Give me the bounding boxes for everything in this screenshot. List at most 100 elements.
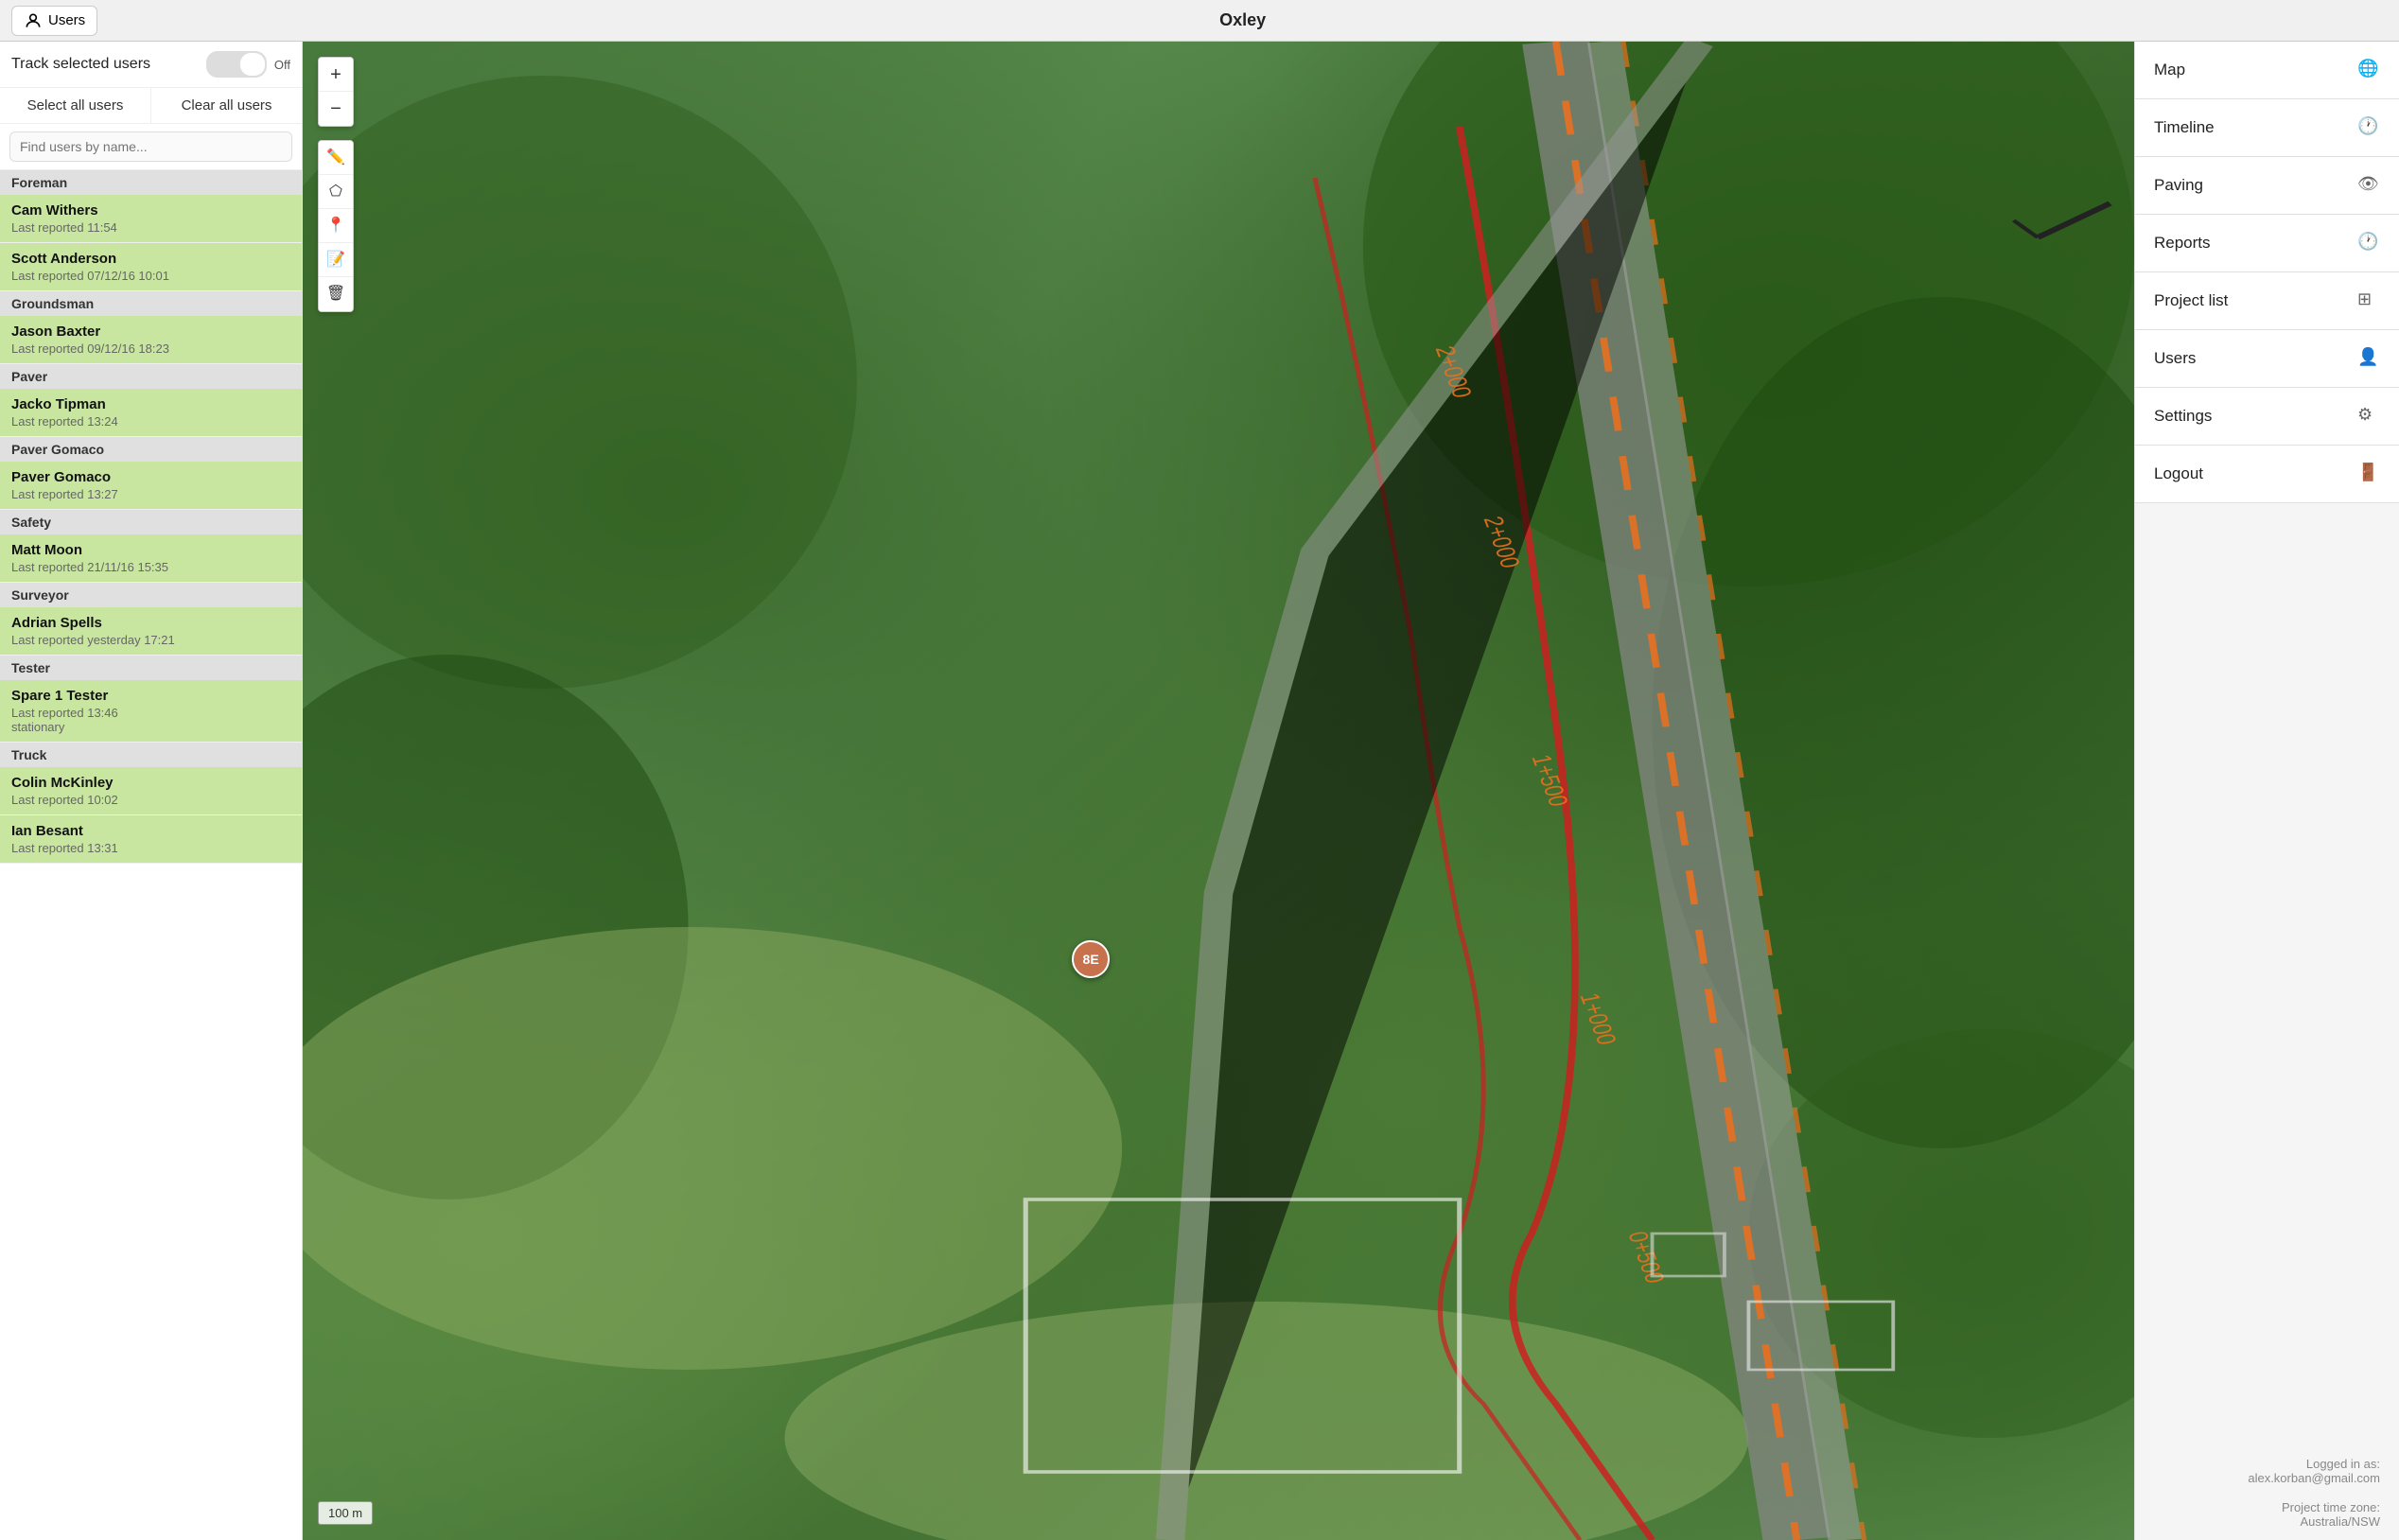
svg-text:2+000: 2+000 xyxy=(1429,344,1477,400)
svg-text:0+500: 0+500 xyxy=(1621,1230,1669,1286)
user-item[interactable]: Cam WithersLast reported 11:54 xyxy=(0,195,302,243)
gear-icon: ⚙ xyxy=(2357,405,2380,428)
polygon-icon[interactable]: ⬠ xyxy=(319,175,353,209)
nav-item-label: Reports xyxy=(2154,234,2211,253)
nav-item-label: Project list xyxy=(2154,291,2228,310)
group-label: Surveyor xyxy=(0,583,302,607)
nav-item-users[interactable]: Users 👤 xyxy=(2135,330,2399,388)
group-label: Paver Gomaco xyxy=(0,437,302,462)
edit-icon[interactable]: 📝 xyxy=(319,243,353,277)
user-name: Matt Moon xyxy=(11,542,290,558)
user-reported: Last reported yesterday 17:21 xyxy=(11,633,290,647)
group-label: Truck xyxy=(0,743,302,767)
pencil-icon[interactable]: ✏️ xyxy=(319,141,353,175)
draw-controls: ✏️ ⬠ 📍 📝 🗑 xyxy=(318,140,354,312)
clear-all-button[interactable]: Clear all users xyxy=(151,88,302,123)
door-icon: 🚪 xyxy=(2357,463,2380,485)
search-row xyxy=(0,124,302,170)
nav-item-label: Paving xyxy=(2154,176,2203,195)
delete-icon[interactable]: 🗑 xyxy=(319,277,353,311)
action-row: Select all users Clear all users xyxy=(0,88,302,124)
nav-item-settings[interactable]: Settings ⚙ xyxy=(2135,388,2399,446)
user-icon xyxy=(24,11,43,30)
main-layout: Track selected users Off Select all user… xyxy=(0,42,2399,1540)
user-item[interactable]: Adrian Spells Last reported yesterday 17:… xyxy=(0,607,302,656)
user-reported: Last reported 13:24 xyxy=(11,414,290,429)
logged-in-user: alex.korban@gmail.com xyxy=(2248,1471,2380,1485)
project-tz: Project time zone: Australia/NSW xyxy=(2135,1500,2399,1540)
user-item[interactable]: Scott Anderson Last reported 07/12/16 10:… xyxy=(0,243,302,291)
nav-item-label: Logout xyxy=(2154,464,2203,483)
users-tab[interactable]: Users xyxy=(11,6,97,36)
track-row: Track selected users Off xyxy=(0,42,302,88)
right-panel: Map 🌐 Timeline 🕐 Paving👁 Reports 🕐 Project list… xyxy=(2134,42,2399,1540)
user-item[interactable]: Paver GomacoLast reported 13:27 xyxy=(0,462,302,510)
top-bar: Users Oxley xyxy=(0,0,2399,42)
zoom-out-button[interactable]: − xyxy=(319,92,353,126)
group-label: Foreman xyxy=(0,170,302,195)
select-all-button[interactable]: Select all users xyxy=(0,88,151,123)
logged-in-label: Logged in as: xyxy=(2306,1457,2380,1471)
map-scale: 100 m xyxy=(318,1501,373,1525)
svg-text:1+000: 1+000 xyxy=(1573,991,1620,1047)
toggle-container[interactable]: Off xyxy=(206,51,290,78)
user-item[interactable]: Jacko Tipman Last reported 13:24 xyxy=(0,389,302,437)
zoom-in-button[interactable]: + xyxy=(319,58,353,92)
pin-icon[interactable]: 📍 xyxy=(319,209,353,243)
track-label: Track selected users xyxy=(11,56,150,73)
nav-item-label: Users xyxy=(2154,349,2196,368)
person-icon: 👤 xyxy=(2357,347,2380,370)
group-label: Paver xyxy=(0,364,302,389)
map-area[interactable]: 2+000 2+000 1+500 1+000 0+500 8E xyxy=(303,42,2134,1540)
group-label: Tester xyxy=(0,656,302,680)
nav-item-label: Timeline xyxy=(2154,118,2215,137)
nav-item-label: Map xyxy=(2154,61,2185,79)
user-item[interactable]: Jason BaxterLast reported 09/12/16 18:23 xyxy=(0,316,302,364)
tz-value: Australia/NSW xyxy=(2300,1514,2380,1529)
clock-icon: 🕐 xyxy=(2357,116,2380,139)
user-reported: Last reported 09/12/16 18:23 xyxy=(11,341,290,356)
user-name: Jason Baxter xyxy=(11,324,290,340)
nav-items: Map 🌐 Timeline 🕐 Paving👁 Reports 🕐 Project list… xyxy=(2135,42,2399,503)
nav-item-map[interactable]: Map 🌐 xyxy=(2135,42,2399,99)
user-name: Adrian Spells xyxy=(11,615,290,631)
map-title: Oxley xyxy=(97,10,2388,30)
group-label: Groundsman xyxy=(0,291,302,316)
user-name: Colin McKinley xyxy=(11,775,290,791)
user-reported: Last reported 07/12/16 10:01 xyxy=(11,269,290,283)
user-reported: Last reported 13:46 xyxy=(11,706,290,720)
nav-item-label: Settings xyxy=(2154,407,2212,426)
globe-icon: 🌐 xyxy=(2357,59,2380,81)
clock-circle-icon: 🕐 xyxy=(2357,232,2380,254)
user-item[interactable]: Ian Besant Last reported 13:31 xyxy=(0,815,302,864)
user-name: Scott Anderson xyxy=(11,251,290,267)
nav-item-logout[interactable]: Logout 🚪 xyxy=(2135,446,2399,503)
nav-item-paving[interactable]: Paving👁 xyxy=(2135,157,2399,215)
toggle-text: Off xyxy=(274,58,290,72)
map-background: 2+000 2+000 1+500 1+000 0+500 8E xyxy=(303,42,2134,1540)
toggle-switch[interactable] xyxy=(206,51,267,78)
tz-label: Project time zone: xyxy=(2282,1500,2380,1514)
road-overlay: 2+000 2+000 1+500 1+000 0+500 xyxy=(303,42,2134,1540)
user-reported: Last reported 11:54 xyxy=(11,220,290,235)
user-item[interactable]: Matt MoonLast reported 21/11/16 15:35 xyxy=(0,534,302,583)
search-input[interactable] xyxy=(9,131,292,162)
group-label: Safety xyxy=(0,510,302,534)
nav-item-project-list[interactable]: Project list ⊞ xyxy=(2135,272,2399,330)
user-name: Jacko Tipman xyxy=(11,396,290,412)
user-item[interactable]: Colin McKinleyLast reported 10:02 xyxy=(0,767,302,815)
user-reported: Last reported 13:31 xyxy=(11,841,290,855)
nav-item-timeline[interactable]: Timeline 🕐 xyxy=(2135,99,2399,157)
svg-text:2+000: 2+000 xyxy=(1478,515,1525,570)
grid-icon: ⊞ xyxy=(2357,289,2380,312)
user-stationary: stationary xyxy=(11,720,290,734)
map-controls: + − xyxy=(318,57,354,127)
user-name: Ian Besant xyxy=(11,823,290,839)
user-list: ForemanCam WithersLast reported 11:54Sco… xyxy=(0,170,302,1540)
user-name: Spare 1 Tester xyxy=(11,688,290,704)
svg-text:1+500: 1+500 xyxy=(1525,753,1572,809)
toggle-knob xyxy=(240,53,265,76)
user-reported: Last reported 13:27 xyxy=(11,487,290,501)
nav-item-reports[interactable]: Reports 🕐 xyxy=(2135,215,2399,272)
user-item[interactable]: Spare 1 Tester Last reported 13:46station… xyxy=(0,680,302,743)
